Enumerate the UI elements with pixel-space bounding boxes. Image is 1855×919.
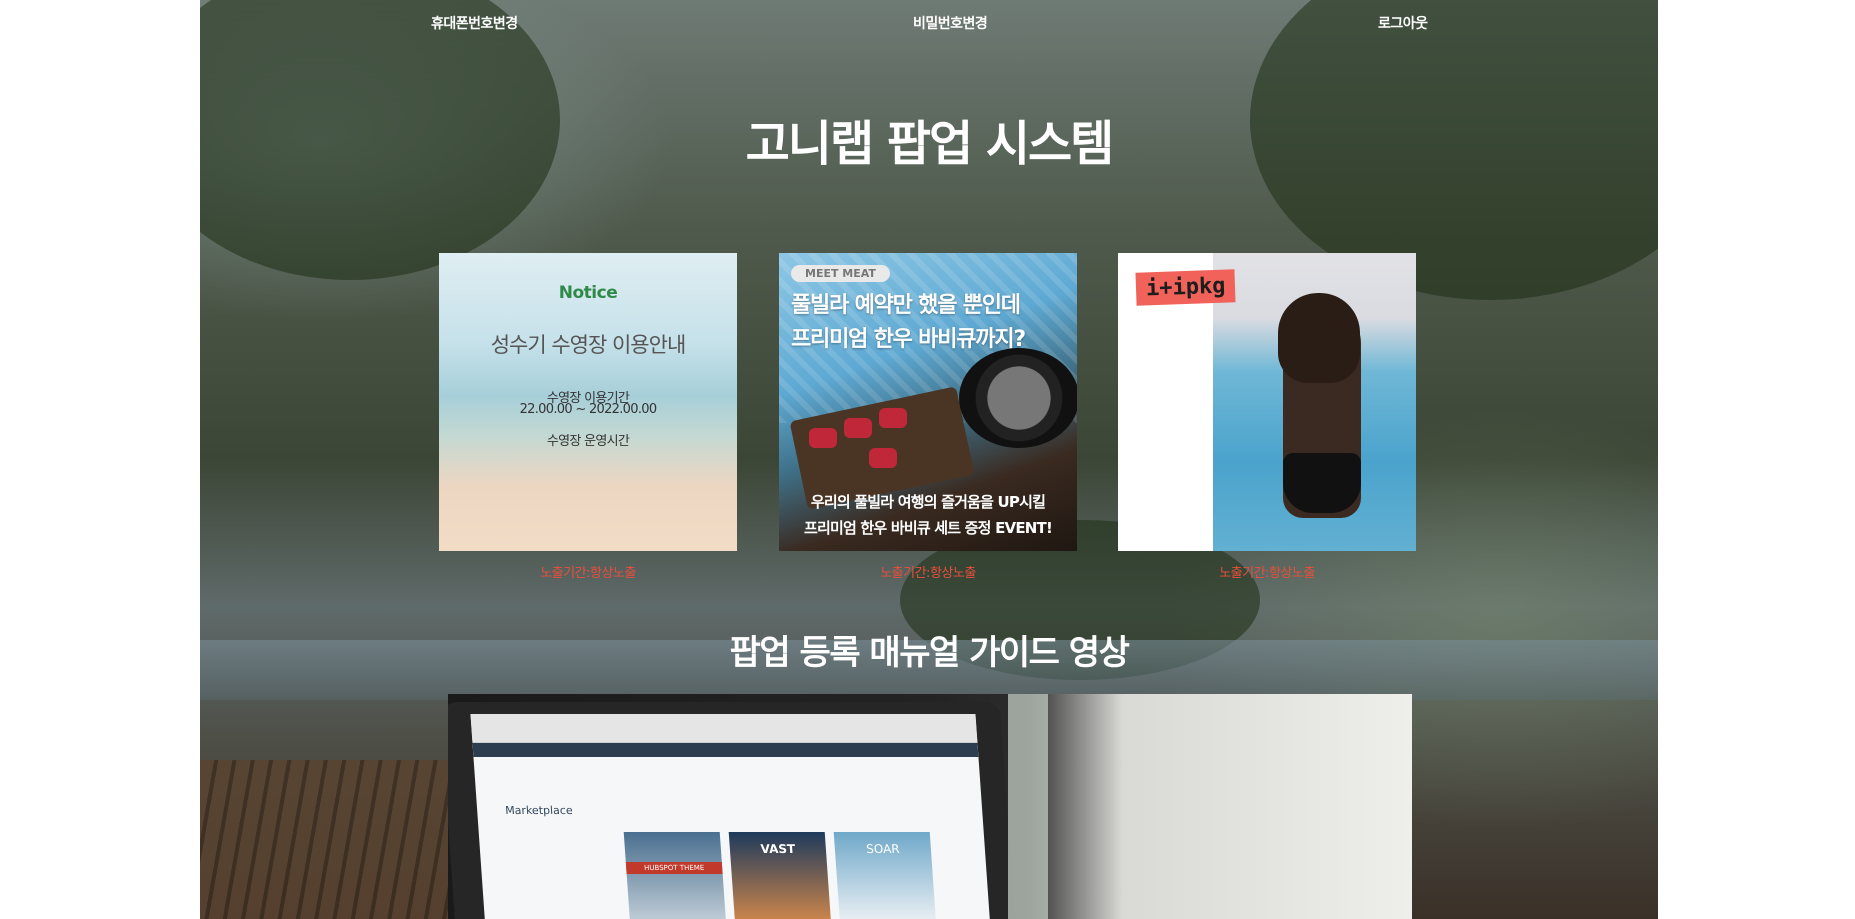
period-value: 22.00.00 ~ 2022.00.00	[519, 402, 657, 417]
theme-label: VAST	[760, 842, 796, 856]
laptop-screen: Marketplace HUBSPOT THEME VAST SOAR	[470, 714, 992, 919]
brand-tag: MEET MEAT	[791, 265, 890, 282]
headline-line-1: 풀빌라 예약만 했을 뿐인데	[791, 293, 1021, 318]
page-title: 고니랩 팝업 시스템	[745, 116, 1115, 172]
popup-caption: 노출기간:항상노출	[1219, 566, 1315, 581]
theme-thumbnail: HUBSPOT THEME	[623, 832, 727, 919]
meat-slice	[879, 408, 907, 428]
swimsuit	[1283, 453, 1361, 513]
guide-video[interactable]: Marketplace HUBSPOT THEME VAST SOAR	[448, 694, 1412, 919]
background-photo: 휴대폰번호변경 비밀번호변경 로그아웃 고니랩 팝업 시스템 Notice 성수…	[200, 0, 1658, 919]
theme-thumbnail: VAST	[728, 832, 832, 919]
grill	[959, 348, 1077, 448]
popup-caption: 노출기간:항상노출	[880, 566, 976, 581]
logout-link[interactable]: 로그아웃	[1378, 13, 1428, 33]
laptop: Marketplace HUBSPOT THEME VAST SOAR	[448, 702, 1017, 919]
popup-card-notice[interactable]: Notice 성수기 수영장 이용안내 수영장 이용기간 22.00.00 ~ …	[439, 253, 737, 551]
change-password-link[interactable]: 비밀번호변경	[913, 13, 988, 33]
popup-card-pool[interactable]: i+ipkg	[1118, 253, 1416, 551]
brand-logo: i+ipkg	[1135, 269, 1237, 306]
headline-line-2: 프리미엄 한우 바비큐까지?	[791, 327, 1026, 352]
hours-label: 수영장 운영시간	[546, 434, 630, 449]
meat-slice	[844, 418, 872, 438]
meat-slice	[809, 428, 837, 448]
person-hair	[1278, 293, 1360, 383]
browser-bar	[470, 714, 978, 743]
bottom-line-2: 프리미엄 한우 바비큐 세트 증정 EVENT!	[803, 519, 1053, 537]
theme-label: SOAR	[865, 842, 901, 856]
guide-title: 팝업 등록 매뉴얼 가이드 영상	[729, 633, 1130, 673]
app-nav-bar	[472, 743, 979, 757]
meat-slice	[869, 448, 897, 468]
popup-caption: 노출기간:항상노출	[540, 566, 636, 581]
notice-heading: Notice	[558, 283, 618, 303]
change-phone-link[interactable]: 휴대폰번호변경	[431, 13, 518, 33]
background-window	[1008, 694, 1048, 919]
bottom-line-1: 우리의 풀빌라 여행의 즐거움을 UP시킬	[810, 493, 1046, 511]
popup-title: 성수기 수영장 이용안내	[490, 333, 687, 357]
theme-thumbnail: SOAR	[833, 832, 937, 919]
marketplace-label: Marketplace	[504, 804, 574, 817]
popup-card-bbq[interactable]: MEET MEAT 풀빌라 예약만 했을 뿐인데 프리미엄 한우 바비큐까지? …	[779, 253, 1077, 551]
theme-label: HUBSPOT THEME	[625, 862, 723, 874]
